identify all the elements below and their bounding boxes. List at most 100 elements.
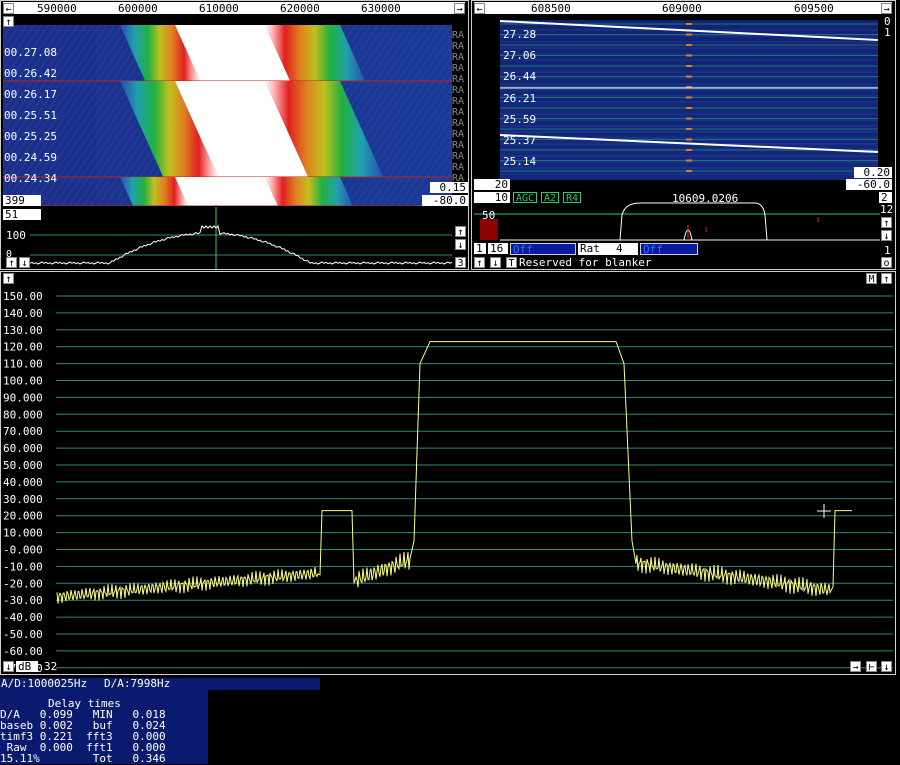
- rat-value[interactable]: 4: [614, 243, 638, 255]
- hires-time-label: 25.14: [503, 155, 536, 168]
- y-axis-label: 20.000: [3, 510, 43, 523]
- hires-time-label: 27.06: [503, 49, 536, 62]
- edge-label: RA: [452, 63, 464, 74]
- y-axis-label: 100.00: [3, 375, 43, 388]
- edge-label: RA: [452, 52, 464, 63]
- wide-freq-tick-label: 620000: [280, 2, 320, 15]
- waterfall-carrier-dot: [686, 149, 692, 151]
- wide-spectrum-up-icon[interactable]: ↑: [6, 257, 17, 269]
- wide-up-arrow-icon[interactable]: ↑: [3, 16, 14, 28]
- agc-button[interactable]: AGC: [513, 192, 538, 204]
- main-bracket-right-icon[interactable]: ⊢: [866, 661, 877, 673]
- y-axis-label: -10.00: [3, 560, 43, 573]
- waterfall-carrier-dot: [686, 23, 692, 25]
- edge-label: RA: [452, 162, 464, 173]
- baseband-bottom-down-icon[interactable]: ↓: [490, 257, 501, 269]
- wide-spectrum-label-100: 100: [6, 229, 26, 242]
- wide-freq-tick-label: 610000: [199, 2, 239, 15]
- hires-time-label: 25.59: [503, 113, 536, 126]
- y-axis-label: -60.00: [3, 645, 43, 658]
- baseband-bottom-up-icon[interactable]: ↑: [474, 257, 485, 269]
- y-axis-label: 130.00: [3, 324, 43, 337]
- hires-scroll-right-icon[interactable]: →: [881, 3, 892, 15]
- main-right-icon[interactable]: →: [850, 661, 861, 673]
- delay-row: 15.11% Tot 0.346: [0, 752, 166, 765]
- main-scale-down-icon[interactable]: ↓: [881, 661, 892, 673]
- hires-avg-count[interactable]: 20: [474, 179, 510, 190]
- main-up-icon[interactable]: ↑: [3, 273, 14, 285]
- main-m-button[interactable]: M: [866, 273, 877, 285]
- hires-freq-tick-label: 608500: [531, 2, 571, 15]
- wide-scroll-left-icon[interactable]: ←: [3, 3, 14, 15]
- wide-spectrum-down-icon[interactable]: ↓: [19, 257, 30, 269]
- y-axis-label: 120.00: [3, 341, 43, 354]
- hires-freq-tick-label: 609500: [794, 2, 834, 15]
- a2-button[interactable]: A2: [541, 192, 560, 204]
- y-axis-label: -40.00: [3, 611, 43, 624]
- baseband-o-button[interactable]: o: [881, 257, 892, 269]
- y-axis-label: 60.000: [3, 442, 43, 455]
- edge-label: RA: [452, 41, 464, 52]
- y-axis-label: 110.00: [3, 358, 43, 371]
- wide-spectrum-scale-up-icon[interactable]: ↑: [455, 226, 466, 238]
- wide-freq-tick-label: 600000: [118, 2, 158, 15]
- hires-freq-tick-label: 609000: [662, 2, 702, 15]
- waterfall-carrier-dot: [686, 117, 692, 120]
- wide-time-label: 00.26.42: [4, 67, 57, 80]
- baseband-scale-12: 12: [880, 203, 894, 216]
- wide-waterfall[interactable]: [3, 25, 452, 206]
- baseband-right-box[interactable]: 2: [879, 192, 892, 203]
- baseband-scale-1: 1: [884, 244, 891, 257]
- waterfall-carrier-dot: [686, 65, 692, 67]
- waterfall-band-core: [175, 177, 279, 206]
- r4-button[interactable]: R4: [563, 192, 582, 204]
- wide-gain-field[interactable]: 0.15: [430, 182, 468, 193]
- main-scale-up-icon[interactable]: ↑: [881, 273, 892, 285]
- edge-label: RA: [452, 129, 464, 140]
- baseband-field-left[interactable]: Off: [510, 243, 576, 256]
- hires-waterfall[interactable]: [499, 20, 879, 180]
- waterfall-carrier-dot: [686, 33, 692, 36]
- baseband-level-50: 50: [482, 209, 496, 222]
- rat-label: Rat: [578, 243, 614, 255]
- y-axis-label: 90.000: [3, 391, 43, 404]
- db-value[interactable]: 32: [44, 660, 57, 673]
- wide-zero-field[interactable]: -80.0: [422, 195, 468, 206]
- hires-zero-field[interactable]: -60.0: [846, 179, 892, 190]
- y-axis-label: -50.00: [3, 628, 43, 641]
- edge-label: RA: [452, 118, 464, 129]
- wide-time-label: 00.27.08: [4, 46, 57, 59]
- y-axis-label: 40.000: [3, 476, 43, 489]
- baseband-btn-1[interactable]: 1: [474, 243, 486, 254]
- wide-scroll-right-icon[interactable]: →: [454, 3, 465, 15]
- baseband-t-button[interactable]: T: [506, 257, 517, 269]
- edge-label: RA: [452, 140, 464, 151]
- hires-scroll-left-icon[interactable]: ←: [474, 3, 485, 15]
- wide-spectrum-avg[interactable]: 51: [3, 209, 41, 220]
- baseband-down-icon[interactable]: ↓: [881, 230, 892, 242]
- wide-spectrum-count[interactable]: 3: [455, 257, 466, 269]
- main-down-icon[interactable]: ↓: [3, 661, 14, 673]
- wide-spectrum-scale-down-icon[interactable]: ↓: [455, 239, 466, 251]
- main-spectrum-border: [0, 271, 896, 675]
- hires-time-label: 27.28: [503, 28, 536, 41]
- wide-spectrum[interactable]: [3, 207, 452, 269]
- wide-freq-tick-label: 590000: [37, 2, 77, 15]
- waterfall-carrier-dot: [686, 170, 692, 172]
- baseband-btn-16[interactable]: 16: [488, 243, 508, 254]
- waterfall-carrier-dot: [686, 159, 692, 162]
- hires-gain-field[interactable]: 0.20: [854, 167, 892, 178]
- baseband-up-icon[interactable]: ↑: [881, 217, 892, 229]
- db-label: dB: [16, 661, 38, 672]
- y-axis-label: 80.000: [3, 408, 43, 421]
- wide-avg-count[interactable]: 399: [3, 195, 41, 206]
- y-axis-label: -20.00: [3, 577, 43, 590]
- baseband-bandwidth[interactable]: 10: [474, 192, 510, 203]
- baseband-field-right[interactable]: Off: [640, 243, 698, 256]
- blanker-text: Reserved for blanker: [519, 256, 652, 269]
- waterfall-carrier-dot: [686, 107, 692, 109]
- y-axis-label: 70.000: [3, 425, 43, 438]
- waterfall-band-edge: [265, 177, 354, 206]
- wide-time-label: 00.26.17: [4, 88, 57, 101]
- y-axis-label: 150.00: [3, 290, 43, 303]
